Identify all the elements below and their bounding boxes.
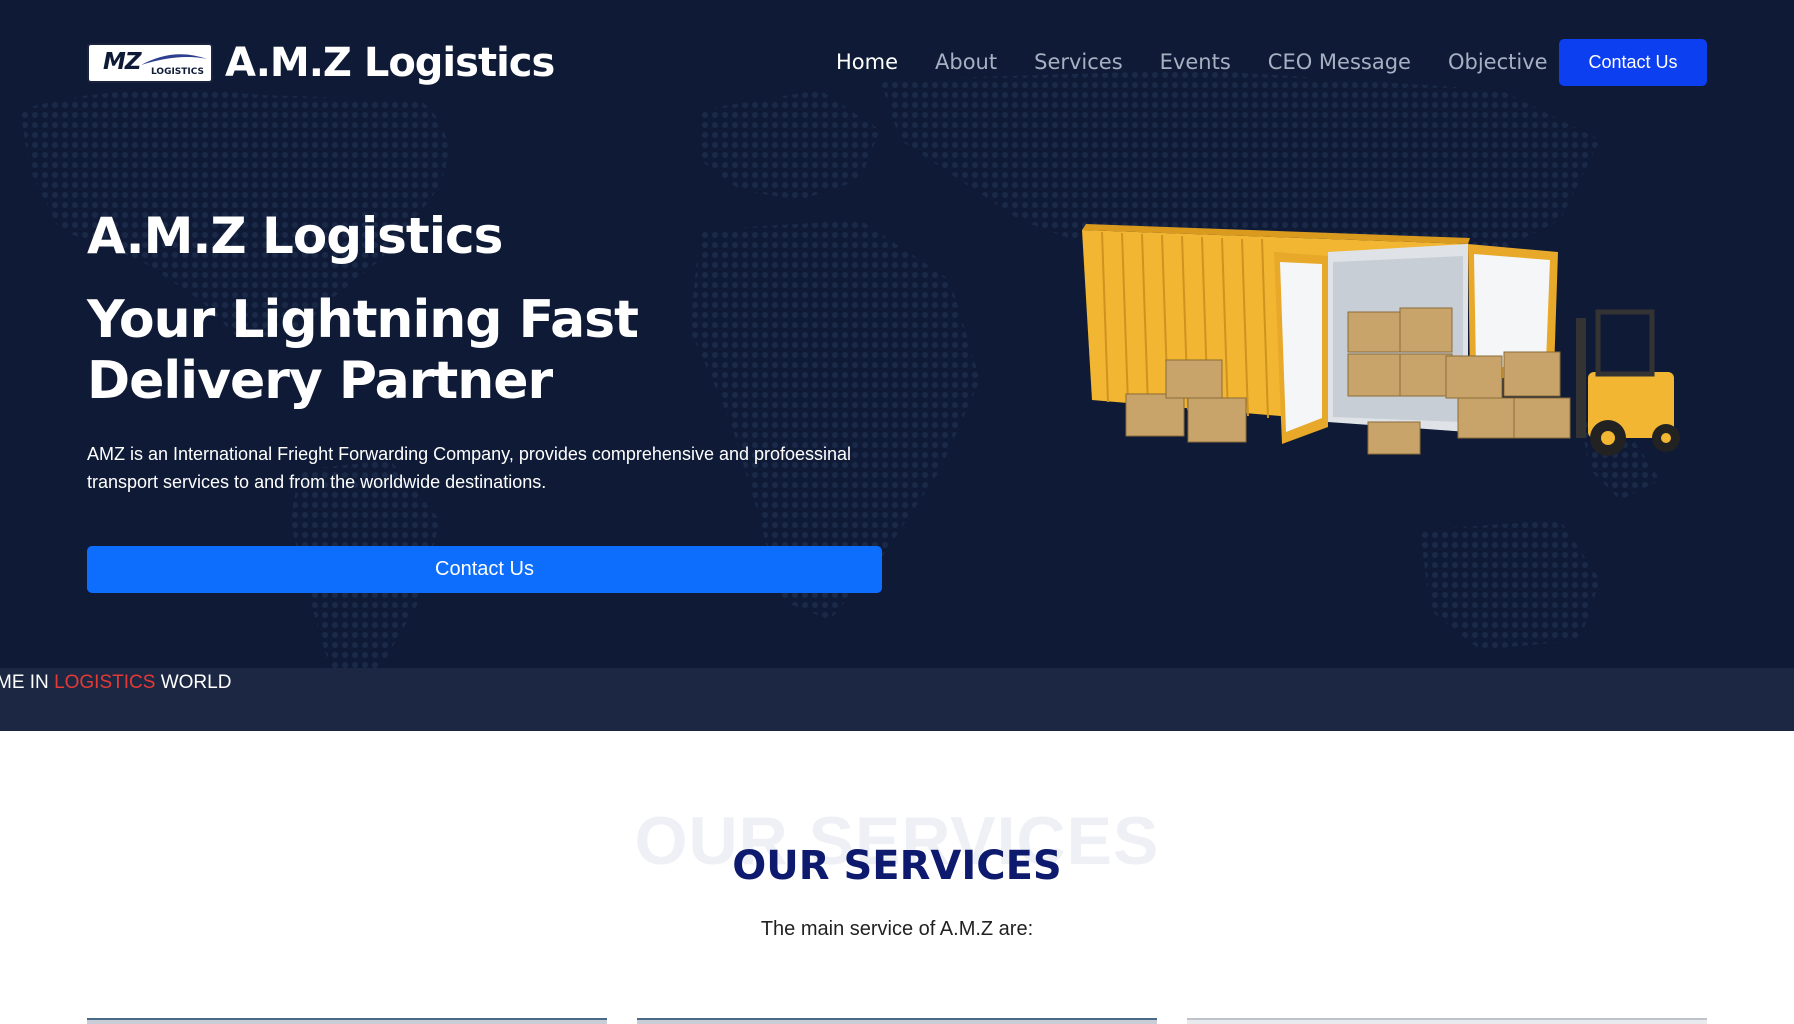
nav-objective[interactable]: Objective [1448,50,1548,74]
hero-section: MZ LOGISTICS A.M.Z Logistics Home About … [0,0,1794,668]
brand-name: A.M.Z Logistics [225,40,555,86]
news-ticker: ME IN LOGISTICS WORLD [0,668,1794,731]
service-card[interactable] [1187,1018,1707,1024]
service-cards-row [0,1018,1794,1024]
nav-events[interactable]: Events [1160,50,1231,74]
services-subtitle: The main service of A.M.Z are: [760,918,1034,940]
navbar: MZ LOGISTICS A.M.Z Logistics Home About … [0,0,1794,126]
nav-home[interactable]: Home [836,50,898,74]
shipping-container-forklift-illustration [1082,224,1680,456]
brand[interactable]: MZ LOGISTICS A.M.Z Logistics [87,40,555,86]
nav-contact-button[interactable]: Contact Us [1559,39,1707,86]
nav-about[interactable]: About [935,50,997,74]
ticker-text: ME IN LOGISTICS WORLD [0,672,231,694]
nav-links: Home About Services Events CEO Message O… [836,50,1548,74]
nav-ceo-message[interactable]: CEO Message [1268,50,1411,74]
service-card[interactable] [637,1018,1157,1024]
services-title: OUR SERVICES [732,843,1062,889]
nav-services[interactable]: Services [1034,50,1123,74]
hero-brand-heading: A.M.Z Logistics [87,207,503,265]
service-card[interactable] [87,1018,607,1024]
ticker-highlight: LOGISTICS [54,672,156,693]
hero-title: Your Lightning Fast Delivery Partner [87,290,639,411]
ticker-suffix: WORLD [155,672,232,693]
logo-subtext: LOGISTICS [151,67,205,77]
company-logo: MZ LOGISTICS [87,43,213,83]
ticker-prefix: ME IN [0,672,55,693]
hero-contact-button[interactable]: Contact Us [87,546,882,593]
hero-description: AMZ is an International Frieght Forwardi… [87,444,852,492]
logo-mark-text: MZ [103,49,142,75]
